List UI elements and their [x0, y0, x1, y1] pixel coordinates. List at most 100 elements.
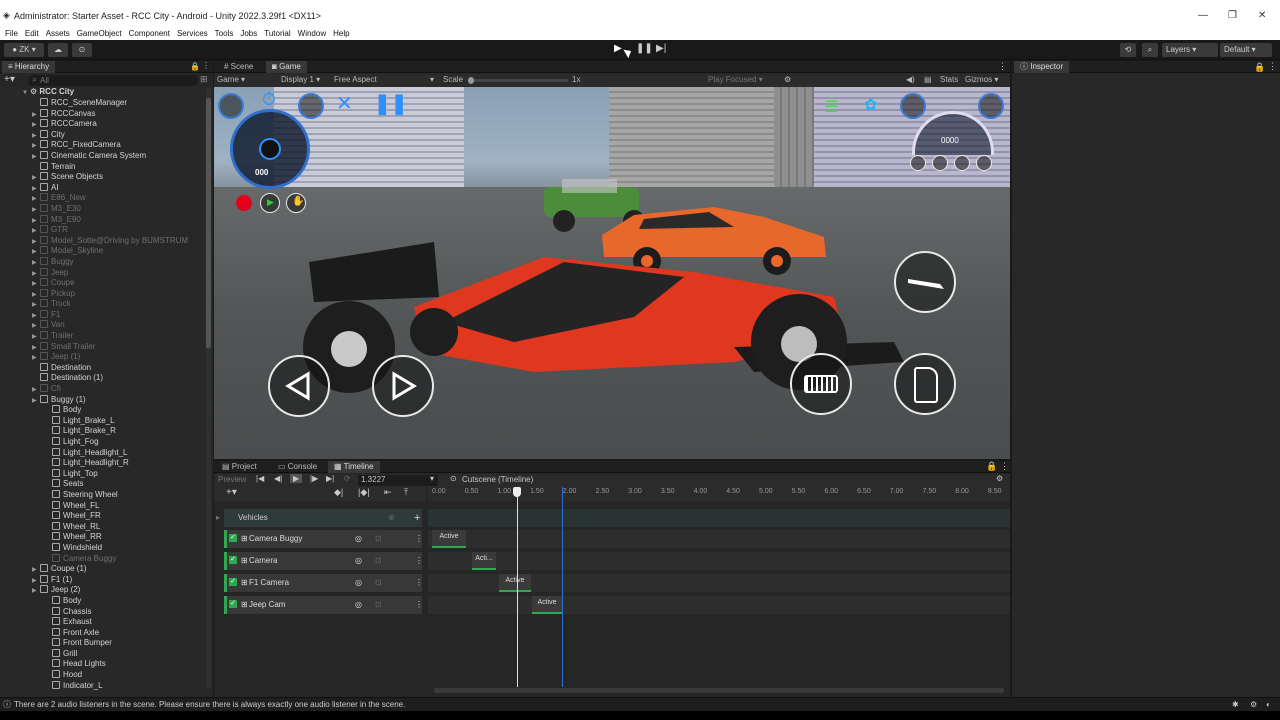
hand-icon[interactable]: ✋	[286, 193, 306, 213]
scale-slider[interactable]	[468, 77, 568, 84]
menu-item-assets[interactable]: Assets	[46, 29, 70, 38]
menu-item-edit[interactable]: Edit	[25, 29, 39, 38]
more-icon[interactable]: ⋮	[1000, 461, 1009, 472]
track-binding-target-icon[interactable]: ◎	[355, 574, 362, 592]
hierarchy-item[interactable]: Light_Brake_L	[0, 415, 206, 427]
hierarchy-item[interactable]: ▶ Jeep	[0, 267, 206, 279]
hierarchy-item[interactable]: RCC_SceneManager	[0, 98, 206, 109]
hierarchy-scrollbar[interactable]	[206, 88, 211, 688]
hierarchy-item[interactable]: ▶ F1	[0, 309, 206, 321]
hierarchy-item[interactable]: Front Axle	[0, 627, 206, 639]
play-replay-button[interactable]: ▶	[260, 193, 280, 213]
minimize-icon[interactable]: —	[1198, 10, 1208, 21]
activation-clip[interactable]: Active	[499, 574, 531, 592]
prev-frame-icon[interactable]: ◀|	[274, 474, 282, 483]
hierarchy-item[interactable]: Body	[0, 405, 206, 416]
track-lock-icon[interactable]: ⊡	[375, 530, 382, 548]
hierarchy-item[interactable]: ▶ Buggy	[0, 256, 206, 268]
track-lock-icon[interactable]: ⊡	[375, 574, 382, 592]
hud-mini-button-2[interactable]	[932, 155, 948, 171]
track-active-checkbox[interactable]: ✓	[229, 534, 237, 542]
tools-icon[interactable]: ✕	[336, 91, 353, 116]
close-icon[interactable]: ✕	[1258, 10, 1266, 21]
debug-icon[interactable]: ✱	[1232, 698, 1239, 712]
hierarchy-item[interactable]: ▶ Coupe (1)	[0, 564, 206, 575]
hierarchy-item[interactable]: ▶ F1 (1)	[0, 574, 206, 586]
tab-project[interactable]: ▤ Project	[216, 461, 263, 473]
hierarchy-item[interactable]: ▶ M3_E30	[0, 203, 206, 215]
hierarchy-item[interactable]: Light_Brake_R	[0, 426, 206, 437]
hierarchy-item[interactable]: Wheel_RR	[0, 532, 206, 543]
hud-mini-button-4[interactable]	[976, 155, 992, 171]
time-field[interactable]: 1.3227	[358, 475, 438, 486]
hierarchy-item[interactable]: ▶ Model_Skyline	[0, 246, 206, 257]
hierarchy-item[interactable]: Light_Top	[0, 468, 206, 480]
playhead-line[interactable]	[517, 487, 518, 687]
activation-clip[interactable]: Active	[532, 596, 562, 614]
hierarchy-item[interactable]: ▶ Buggy (1)	[0, 394, 206, 407]
hierarchy-item[interactable]: ▶ City	[0, 129, 206, 141]
hierarchy-root[interactable]: ▼ ⚙ RCC City	[22, 87, 74, 98]
hierarchy-item[interactable]: ▶ Model_Sotte@Driving by BUMSTRUM	[0, 235, 206, 247]
stats-button[interactable]: Stats	[940, 75, 958, 84]
maximize-icon[interactable]: ❐	[1228, 10, 1237, 21]
hierarchy-item[interactable]: Seats	[0, 479, 206, 490]
hierarchy-item[interactable]: Wheel_RL	[0, 521, 206, 533]
hierarchy-item[interactable]: Wheel_FL	[0, 500, 206, 512]
menu-item-file[interactable]: File	[5, 29, 18, 38]
gas-pedal-button[interactable]	[894, 353, 956, 415]
hierarchy-item[interactable]: Light_Fog	[0, 437, 206, 448]
expand-arrow-icon[interactable]: ▶	[32, 396, 40, 407]
timeline-hscrollbar[interactable]	[434, 688, 1004, 693]
game-viewport[interactable]: ⏱ ✕ ❚❚ 000 ▶ ✋ ☰ ✿ 0000	[214, 87, 1010, 459]
more-icon[interactable]: ⋮	[202, 61, 210, 70]
track-active-checkbox[interactable]: ✓	[229, 556, 237, 564]
menu-item-jobs[interactable]: Jobs	[240, 29, 257, 38]
menu-item-component[interactable]: Component	[129, 29, 170, 38]
track-active-checkbox[interactable]: ✓	[229, 578, 237, 586]
timeline-track[interactable]: ✓ ⊞ Camera Buggy ◎ ⊡ ⋮	[224, 530, 423, 548]
hierarchy-item[interactable]: Light_Headlight_L	[0, 447, 206, 459]
hierarchy-item[interactable]: ▶ Trailer	[0, 331, 206, 342]
tab-scene[interactable]: # Scene	[218, 61, 259, 73]
track-more-icon[interactable]: ⋮	[415, 552, 423, 570]
timeline-play-icon[interactable]: ▶	[290, 474, 303, 483]
next-frame-icon[interactable]: |▶	[310, 474, 318, 483]
preview-button[interactable]: Preview	[218, 475, 246, 484]
playhead-handle[interactable]	[513, 487, 521, 497]
menu-item-services[interactable]: Services	[177, 29, 208, 38]
steer-left-button[interactable]	[268, 355, 330, 417]
ripple-icon[interactable]: |◆|	[358, 487, 370, 498]
menu-item-tools[interactable]: Tools	[215, 29, 234, 38]
track-active-checkbox[interactable]: ✓	[229, 600, 237, 608]
notifications-icon[interactable]: ◐	[1266, 698, 1271, 712]
hierarchy-item[interactable]: ▶ Scene Objects	[0, 172, 206, 183]
timeline-track[interactable]: ✓ ⊞ Camera ◎ ⊡ ⋮	[224, 552, 423, 570]
group-add-icon[interactable]: +	[414, 509, 420, 527]
hierarchy-item[interactable]: ▶ E86_New	[0, 193, 206, 204]
hierarchy-item[interactable]: Head Lights	[0, 659, 206, 670]
progress-icon[interactable]: ⚙	[1250, 698, 1257, 712]
cloud-icon[interactable]: ☁	[48, 43, 68, 57]
hierarchy-item[interactable]: Destination (1)	[0, 373, 206, 384]
hierarchy-item[interactable]: Destination	[0, 362, 206, 374]
hierarchy-item[interactable]: ▶ Coupe	[0, 278, 206, 289]
hierarchy-item[interactable]: ▶ Truck	[0, 299, 206, 310]
nos-icon[interactable]: ✿	[864, 95, 877, 115]
tab-game[interactable]: ◙ Game	[266, 61, 307, 73]
expand-arrow-icon[interactable]: ▶	[32, 586, 40, 597]
expand-arrow-icon[interactable]: ▶	[32, 152, 40, 163]
goto-start-icon[interactable]: |◀	[256, 474, 264, 483]
pause-button[interactable]: ❚❚	[636, 43, 653, 57]
add-icon[interactable]: +▾	[4, 74, 15, 85]
hierarchy-item[interactable]: ▶ Small Trailer	[0, 341, 206, 353]
track-binding-target-icon[interactable]: ◎	[355, 530, 362, 548]
track-lock-icon[interactable]: ⊡	[375, 552, 382, 570]
hierarchy-item[interactable]: ▶ M3_E90	[0, 214, 206, 226]
hierarchy-item[interactable]: Light_Headlight_R	[0, 458, 206, 469]
hud-mini-button-3[interactable]	[954, 155, 970, 171]
timer-icon[interactable]: ⏱	[262, 89, 276, 110]
lock-icon[interactable]: 🔒	[986, 461, 997, 472]
activation-clip[interactable]: Active	[432, 530, 466, 548]
menu-item-window[interactable]: Window	[298, 29, 326, 38]
